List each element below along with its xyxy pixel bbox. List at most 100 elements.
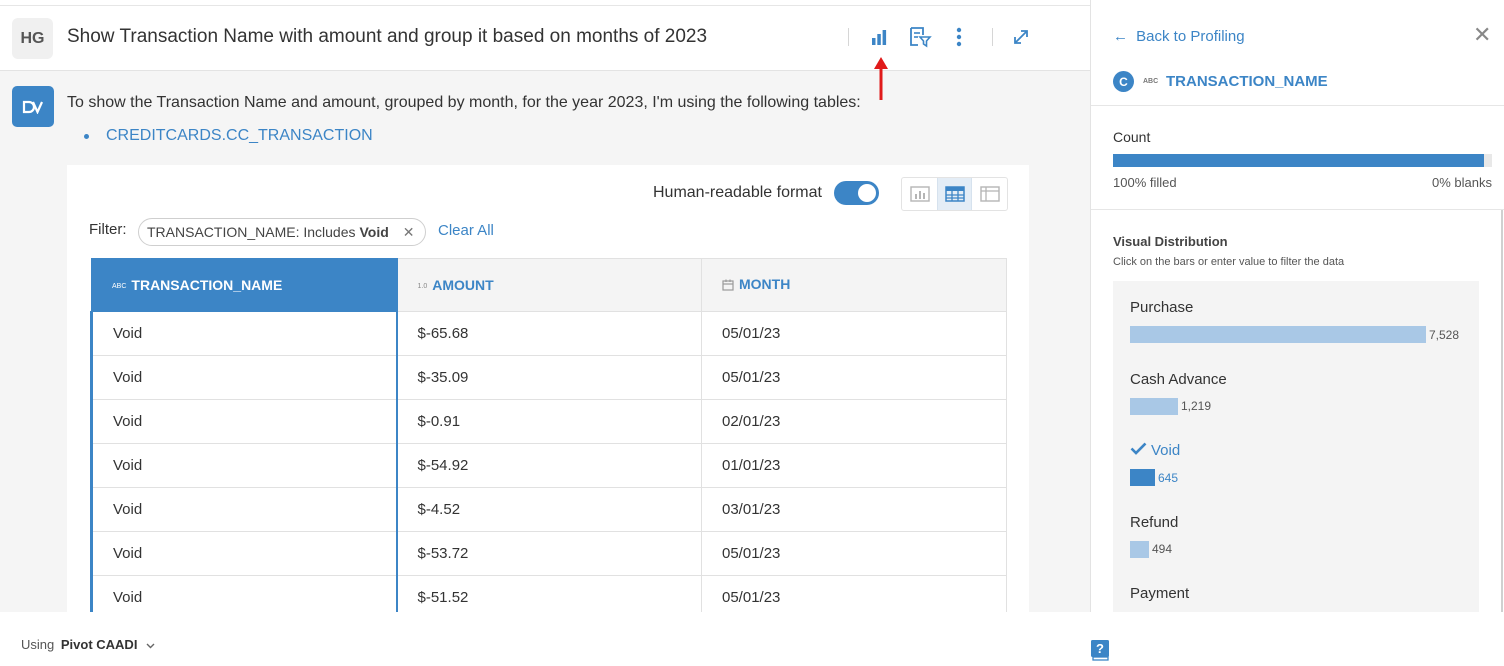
count-label: Count [1113, 129, 1151, 145]
filter-label: Filter: [89, 221, 127, 238]
divider [1091, 209, 1504, 210]
filter-report-icon[interactable] [907, 24, 933, 50]
cell-transaction-name[interactable]: Void [90, 487, 397, 532]
remove-filter-icon[interactable]: ✕ [403, 224, 415, 241]
distribution-bar-row: 494 [1130, 540, 1178, 558]
cell-month[interactable]: 05/01/23 [701, 311, 1007, 356]
cell-amount[interactable]: $-65.68 [395, 311, 702, 356]
cell-transaction-name[interactable]: Void [90, 575, 397, 612]
cell-transaction-name[interactable]: Void [90, 531, 397, 576]
filter-chip-prefix: TRANSACTION_NAME: Includes [147, 224, 356, 240]
table-row[interactable]: Void $-51.52 05/01/23 [90, 575, 1007, 612]
table-row[interactable]: Void $-65.68 05/01/23 [90, 311, 1007, 356]
annotation-arrow-icon [872, 56, 890, 107]
checkmark-icon [1130, 442, 1147, 459]
close-icon[interactable]: ✕ [1473, 22, 1491, 48]
cell-transaction-name[interactable]: Void [90, 311, 397, 356]
distribution-item[interactable]: Refund 494 [1130, 514, 1178, 558]
cell-month[interactable]: 03/01/23 [701, 487, 1007, 532]
distribution-bar-row: 645 [1130, 469, 1180, 486]
expand-icon[interactable] [1008, 24, 1034, 50]
filter-chip[interactable]: TRANSACTION_NAME: Includes Void ✕ [138, 218, 426, 246]
divider [1091, 105, 1504, 106]
user-avatar: HG [12, 18, 53, 59]
cell-amount[interactable]: $-0.91 [395, 399, 702, 444]
distribution-count: 7,528 [1429, 327, 1460, 342]
text-type-icon: ABC [1143, 78, 1159, 85]
distribution-item[interactable]: Payment [1130, 585, 1189, 602]
table-row[interactable]: Void $-54.92 01/01/23 [90, 443, 1007, 488]
distribution-count: 1,219 [1181, 399, 1212, 413]
distribution-bar-row: 7,528 [1130, 326, 1459, 343]
distribution-bar[interactable] [1130, 397, 1178, 415]
distribution-bar[interactable] [1130, 540, 1149, 558]
cell-transaction-name[interactable]: Void [90, 355, 397, 400]
cell-amount[interactable]: $-35.09 [395, 355, 702, 400]
cell-amount[interactable]: $-53.72 [395, 531, 702, 576]
model-selector[interactable]: Using Pivot CAADI [21, 637, 155, 652]
cell-month[interactable]: 02/01/23 [701, 399, 1007, 444]
back-label: Back to Profiling [1136, 28, 1245, 45]
distribution-label: Purchase [1130, 299, 1194, 316]
cell-month[interactable]: 01/01/23 [701, 443, 1007, 488]
text-type-icon: ABC [112, 282, 127, 290]
cell-amount[interactable]: $-4.52 [395, 487, 702, 532]
distribution-item[interactable]: Void 645 [1130, 442, 1180, 486]
svg-text:?: ? [1096, 641, 1104, 656]
column-header-transaction-name[interactable]: ABC TRANSACTION_NAME [91, 258, 397, 312]
column-header-label: AMOUNT [432, 277, 494, 293]
back-to-profiling-link[interactable]: ← Back to Profiling [1113, 28, 1245, 45]
source-table-link[interactable]: CREDITCARDS.CC_TRANSACTION [84, 127, 373, 145]
number-type-icon: 1.0 [417, 282, 428, 290]
human-readable-toggle[interactable] [834, 181, 879, 205]
column-badge: C [1113, 71, 1134, 92]
distribution-label: Void [1130, 442, 1180, 459]
table-row[interactable]: Void $-4.52 03/01/23 [90, 487, 1007, 532]
distribution-bar[interactable] [1130, 326, 1426, 343]
table-row[interactable]: Void $-0.91 02/01/23 [90, 399, 1007, 444]
fill-rate-bar [1113, 154, 1492, 167]
cell-month[interactable]: 05/01/23 [701, 531, 1007, 576]
cell-transaction-name[interactable]: Void [90, 399, 397, 444]
more-vertical-icon[interactable] [946, 24, 972, 50]
question-text: Show Transaction Name with amount and gr… [67, 26, 708, 47]
cell-month[interactable]: 05/01/23 [701, 355, 1007, 400]
source-table-name[interactable]: CREDITCARDS.CC_TRANSACTION [106, 127, 373, 145]
cell-transaction-name[interactable]: Void [90, 443, 397, 488]
bullet [84, 133, 89, 139]
clear-all-link[interactable]: Clear All [438, 222, 494, 239]
profiled-column-name: TRANSACTION_NAME [1166, 73, 1328, 90]
column-header-month[interactable]: MONTH [701, 258, 1007, 312]
blanks-percentage: 0% blanks [1432, 175, 1492, 190]
column-header-amount[interactable]: 1.0 AMOUNT [395, 258, 702, 312]
cell-amount[interactable]: $-51.52 [395, 575, 702, 612]
pivot-view-button[interactable] [972, 178, 1007, 210]
profiling-panel: ← Back to Profiling ✕ C ABC TRANSACTION_… [1090, 0, 1504, 612]
distribution-label: Cash Advance [1130, 370, 1227, 388]
table-row[interactable]: Void $-35.09 05/01/23 [90, 355, 1007, 400]
column-header-label: TRANSACTION_NAME [131, 277, 283, 293]
results-table: ABC TRANSACTION_NAME 1.0 AMOUNT MONTH Void… [90, 258, 1007, 612]
bar-chart-icon[interactable] [866, 24, 892, 50]
cell-month[interactable]: 05/01/23 [701, 575, 1007, 612]
help-book-icon[interactable]: ? [1090, 639, 1110, 661]
cell-amount[interactable]: $-54.92 [395, 443, 702, 488]
header-divider [992, 28, 993, 46]
model-name: Pivot CAADI [60, 637, 138, 652]
distribution-title: Visual Distribution [1113, 234, 1228, 249]
distribution-item[interactable]: Cash Advance 1,219 [1130, 371, 1227, 415]
table-view-button[interactable] [937, 178, 972, 210]
distribution-bar[interactable] [1130, 469, 1155, 486]
chart-view-button[interactable] [902, 178, 937, 210]
panel-scrollbar[interactable] [1501, 210, 1503, 612]
result-card: Human-readable format Filter: TRANSACTIO… [67, 165, 1029, 612]
using-label: Using [21, 637, 55, 652]
distribution-bar-row: 1,219 [1130, 397, 1227, 415]
calendar-icon [722, 278, 734, 294]
distribution-label: Payment [1130, 585, 1190, 602]
table-header-row: ABC TRANSACTION_NAME 1.0 AMOUNT MONTH [91, 258, 1007, 312]
distribution-count: 645 [1158, 470, 1179, 485]
table-row[interactable]: Void $-53.72 05/01/23 [90, 531, 1007, 576]
distribution-item[interactable]: Purchase 7,528 [1130, 299, 1459, 343]
distribution-list: Purchase 7,528 Cash Advance 1,219 Void 645 Ref… [1113, 281, 1479, 612]
